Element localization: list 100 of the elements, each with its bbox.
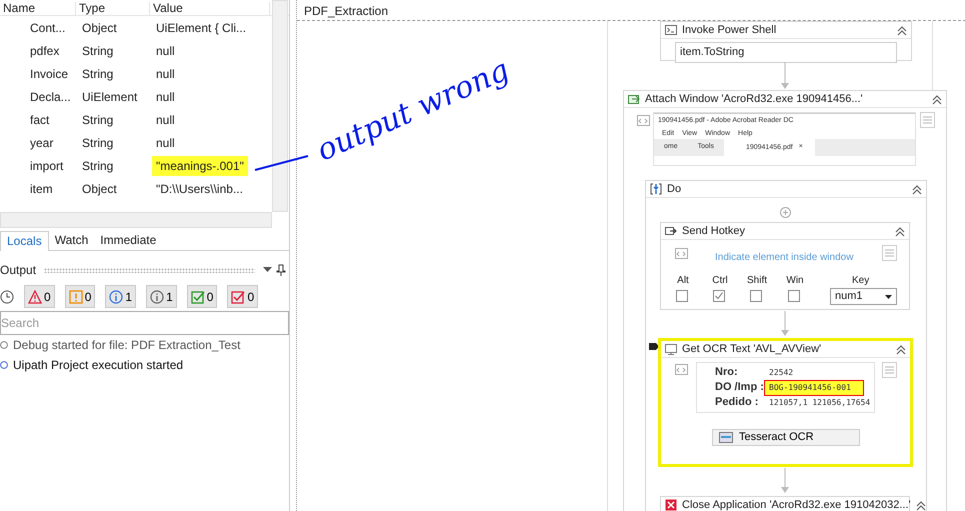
document-tab[interactable]: PDF_Extraction xyxy=(304,2,388,20)
check-icon xyxy=(190,290,205,304)
table-cell-text: Invoice xyxy=(29,66,70,82)
filter-button[interactable]: 0 xyxy=(24,285,55,308)
column-header[interactable]: Name xyxy=(0,2,76,15)
filter-button[interactable]: 1 xyxy=(146,285,177,308)
filter-button[interactable]: 0 xyxy=(64,285,96,308)
plus-icon[interactable] xyxy=(780,207,791,218)
field-value: 121057,1 121056,17654 xyxy=(769,396,870,408)
keyboard-icon xyxy=(665,225,677,237)
checkbox[interactable] xyxy=(676,290,688,302)
table-cell-text: Decla... xyxy=(29,88,72,106)
field-value: BOG-190941456-001 xyxy=(765,380,863,394)
table-cell-text: year xyxy=(29,134,54,152)
checkbox[interactable] xyxy=(788,290,800,302)
activity-title[interactable]: Do xyxy=(667,180,907,198)
checkbox[interactable] xyxy=(750,290,762,302)
table-cell-text: String xyxy=(82,42,114,60)
search-field[interactable]: Search xyxy=(0,311,289,335)
connector-arrow xyxy=(780,468,790,493)
engine-button[interactable]: Tesseract OCR xyxy=(712,429,860,446)
table-cell-text: item xyxy=(29,180,54,198)
leader-line xyxy=(254,152,310,172)
collapse-icon[interactable] xyxy=(916,500,926,510)
table-cell-text: import xyxy=(29,158,64,174)
breakpoint-marker-icon xyxy=(649,343,659,350)
debug-tab[interactable]: Watch xyxy=(48,231,94,251)
dropdown-icon xyxy=(885,294,892,298)
checkbox-label: Shift xyxy=(746,274,768,288)
terminal-icon xyxy=(665,24,677,36)
field-value: 22542 xyxy=(769,366,794,378)
monitor-icon xyxy=(665,343,677,355)
log-message: Debug started for file: PDF Extraction_Test xyxy=(13,337,240,354)
key-label: Key xyxy=(852,274,870,288)
table-cell-text: String xyxy=(82,134,114,152)
filter-button[interactable]: 1 xyxy=(105,285,136,308)
table-cell-text: Cont... xyxy=(29,20,66,36)
table-cell-text: fact xyxy=(29,112,50,128)
info-icon xyxy=(109,290,124,304)
debug-tab[interactable]: Immediate xyxy=(94,231,162,251)
activity-card[interactable]: Get OCR Text 'AVL_AVView' Nro: 22542 DO /Imp : BOG-190941456-001 Pedido : 121057,1 121056,17654 Tesseract OCR xyxy=(658,338,913,467)
collapse-icon[interactable] xyxy=(895,226,905,236)
table-cell-text: String xyxy=(82,158,114,174)
table-cell-text: String xyxy=(82,66,114,82)
selector-icon[interactable] xyxy=(675,248,688,259)
collapse-icon[interactable] xyxy=(896,344,906,354)
activity-title[interactable]: Send Hotkey xyxy=(682,222,890,240)
pin-icon[interactable] xyxy=(276,264,286,276)
info-icon xyxy=(0,341,8,349)
checkbox-label: Alt xyxy=(676,274,690,288)
collapse-icon[interactable] xyxy=(932,94,942,104)
field-label: Nro: xyxy=(714,365,739,380)
activity-card[interactable]: Invoke Power Shell item.ToString xyxy=(660,21,912,61)
table-cell-text: "D:\\Users\\inb... xyxy=(156,180,243,198)
history-icon[interactable] xyxy=(0,290,14,304)
window-icon xyxy=(628,93,640,105)
warning-icon xyxy=(68,290,83,304)
vertical-scrollbar[interactable] xyxy=(272,0,288,212)
checkbox-label: Ctrl xyxy=(711,274,729,288)
log-message: Uipath Project execution started xyxy=(13,357,184,374)
activity-title[interactable]: Attach Window 'AcroRd32.exe 190941456...' xyxy=(645,90,927,108)
activity-card[interactable]: Send Hotkey Indicate element inside window Alt Ctrl Shift Win Key num1 xyxy=(660,222,910,310)
selector-icon[interactable] xyxy=(675,364,688,375)
key-dropdown[interactable]: num1 xyxy=(830,288,897,305)
activity-title[interactable]: Invoke Power Shell xyxy=(682,22,892,38)
table-cell-text: null xyxy=(156,88,175,106)
column-header[interactable]: Value xyxy=(150,2,270,15)
error-icon xyxy=(28,290,42,304)
collapse-icon[interactable] xyxy=(897,24,907,36)
table-cell-text: null xyxy=(156,134,175,152)
activity-card[interactable] xyxy=(623,90,947,511)
table-cell-text: Object xyxy=(82,20,118,36)
scanner-icon xyxy=(719,432,733,443)
debug-tab[interactable]: Locals xyxy=(0,231,49,251)
collapse-icon[interactable] xyxy=(912,184,922,194)
table-cell-text: UiElement xyxy=(82,88,138,106)
panel-title: Output xyxy=(0,262,36,279)
selector-icon[interactable] xyxy=(637,115,650,126)
dropdown-icon[interactable] xyxy=(263,267,272,273)
field-label: Pedido : xyxy=(714,395,760,410)
check-icon xyxy=(231,290,246,304)
connector-arrow xyxy=(780,62,790,89)
activity-card[interactable] xyxy=(645,180,927,511)
input-field[interactable]: item.ToString xyxy=(675,42,897,62)
table-cell-text: String xyxy=(82,112,114,128)
checkbox[interactable] xyxy=(713,290,725,302)
dropdown-value: num1 xyxy=(835,289,863,304)
column-header[interactable]: Type xyxy=(76,2,150,15)
table-cell-text: null xyxy=(156,42,175,60)
table-cell-text: UiElement { Cli... xyxy=(156,20,246,36)
checkbox-label: Win xyxy=(785,274,805,288)
filter-button[interactable]: 0 xyxy=(186,285,218,308)
info-icon xyxy=(0,361,8,369)
field-label: DO /Imp : xyxy=(714,380,765,396)
activity-title[interactable]: Get OCR Text 'AVL_AVView' xyxy=(682,340,891,358)
table-cell-text: Object xyxy=(82,180,118,198)
table-cell-text: pdfex xyxy=(29,42,60,60)
table-cell: "meanings-.001" xyxy=(152,156,248,176)
horizontal-scrollbar[interactable] xyxy=(0,212,272,228)
filter-button[interactable]: 0 xyxy=(227,285,258,308)
